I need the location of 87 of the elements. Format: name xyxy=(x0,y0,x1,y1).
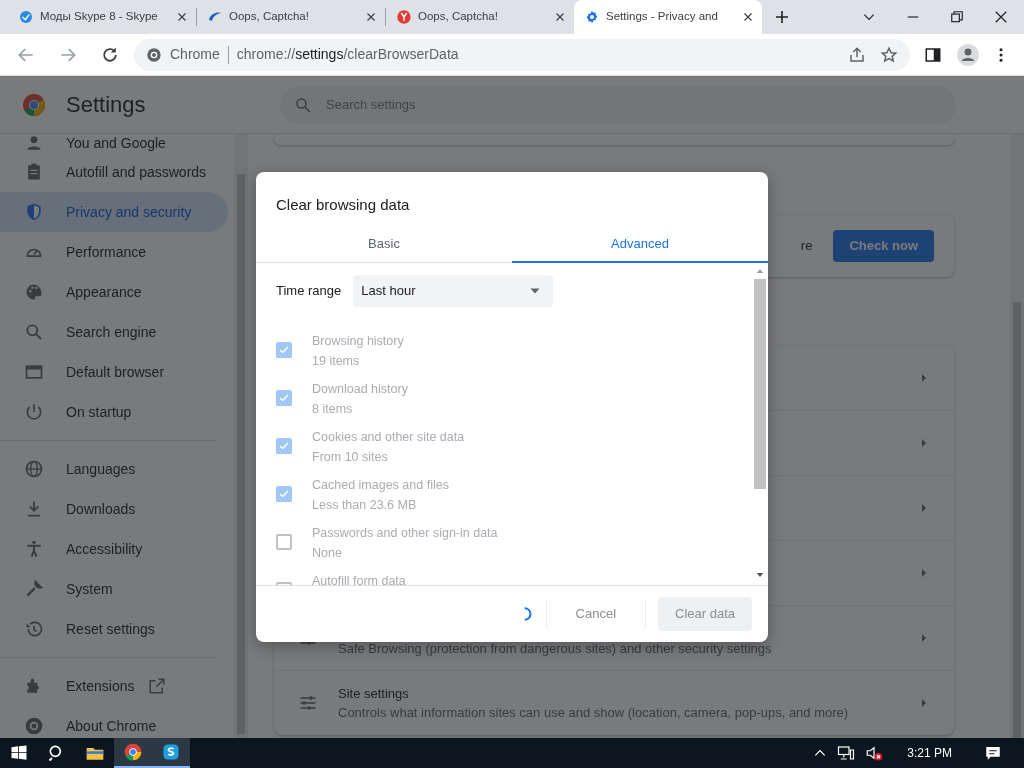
favicon-icon xyxy=(18,9,34,25)
tab[interactable]: Advanced xyxy=(512,226,768,263)
sidebar-item[interactable]: On startup xyxy=(0,392,228,432)
scroll-down-icon xyxy=(756,570,764,579)
restore-icon[interactable] xyxy=(950,10,964,24)
sidebar-item[interactable]: Search engine xyxy=(0,312,228,352)
close-icon[interactable] xyxy=(176,11,188,23)
sidebar-item[interactable]: Reset settings xyxy=(0,609,228,649)
checkmark-icon xyxy=(278,343,290,356)
checkmark-icon xyxy=(278,439,290,452)
external-link-icon[interactable] xyxy=(148,677,167,695)
star-icon[interactable] xyxy=(880,45,898,64)
checkbox-description: 19 items xyxy=(312,352,361,370)
checkmark-icon xyxy=(278,487,290,500)
favicon-icon xyxy=(584,9,600,25)
checkbox-label: Cached images and files xyxy=(312,476,449,494)
scrollbar[interactable] xyxy=(1010,134,1024,738)
scrollbar[interactable] xyxy=(234,134,248,738)
browser-tab[interactable]: Моды Skype 8 - Skype xyxy=(8,0,196,34)
profile-icon[interactable] xyxy=(956,42,980,67)
browser-window-icon xyxy=(24,362,44,382)
checkbox-description: 8 items xyxy=(312,400,354,418)
sidebar-item[interactable]: You and Google xyxy=(0,134,228,152)
windows-start-icon[interactable] xyxy=(9,743,29,763)
sidebar-item[interactable]: About Chrome xyxy=(0,706,228,738)
new-tab-icon[interactable] xyxy=(774,9,790,25)
check-now-button[interactable]: Check now xyxy=(833,230,934,262)
checkbox-label: Browsing history xyxy=(312,332,404,350)
sidebar-item[interactable]: System xyxy=(0,569,228,609)
sidebar-item[interactable]: Languages xyxy=(0,449,228,489)
checkbox-description: Less than 23.6 MB xyxy=(312,496,418,514)
skype-icon[interactable] xyxy=(161,742,181,762)
notification-icon[interactable] xyxy=(984,744,1002,762)
close-icon[interactable] xyxy=(994,10,1008,24)
sidebar-item[interactable]: Default browser xyxy=(0,352,228,392)
search-icon xyxy=(24,322,44,342)
sidebar-item[interactable]: Performance xyxy=(0,232,228,272)
sidebar-item[interactable]: Downloads xyxy=(0,489,228,529)
address-bar[interactable]: Chrome chrome://settings/clearBrowserData xyxy=(134,38,910,71)
sidebar-item[interactable]: Accessibility xyxy=(0,529,228,569)
clock: 3:21 PM xyxy=(906,745,953,762)
speaker-muted-icon[interactable] xyxy=(865,744,884,762)
scrollbar[interactable] xyxy=(752,262,768,585)
side-panel-icon[interactable] xyxy=(924,45,942,64)
history-icon xyxy=(24,619,44,639)
checkbox-label: Download history xyxy=(312,380,408,398)
network-icon[interactable] xyxy=(837,744,856,762)
person-icon xyxy=(24,134,44,153)
sidebar-item[interactable]: Autofill and passwords xyxy=(0,152,228,192)
time-range-dropdown[interactable]: Last hour xyxy=(353,274,554,307)
chrome-icon xyxy=(24,716,44,736)
wrench-icon xyxy=(24,579,44,599)
checkbox-label: Autofill form data xyxy=(312,572,406,585)
globe-icon xyxy=(24,459,44,479)
checkbox-label: Cookies and other site data xyxy=(312,428,465,446)
checkbox-description: None xyxy=(312,544,343,562)
shield-icon xyxy=(24,202,44,222)
row-description: Safe Browsing (protection from dangerous sites) and other security settings xyxy=(338,640,773,659)
site-label: Chrome xyxy=(170,45,220,64)
power-icon xyxy=(24,402,44,422)
page-title: Settings xyxy=(66,91,146,119)
checkmark-icon xyxy=(278,391,290,404)
chrome-logo-icon xyxy=(22,92,46,117)
browser-tab[interactable]: Oops, Captcha! xyxy=(386,0,574,34)
field-label: Time range xyxy=(276,281,342,300)
share-icon[interactable] xyxy=(848,45,866,64)
favicon-icon xyxy=(396,9,412,25)
sidebar-item[interactable]: Privacy and security xyxy=(0,192,228,232)
url-text: chrome://settings/clearBrowserData xyxy=(236,45,459,64)
close-icon[interactable] xyxy=(365,11,377,23)
chrome-icon[interactable] xyxy=(123,742,143,762)
checkbox-label: Passwords and other sign-in data xyxy=(312,524,498,542)
row-description: Controls what information sites can use and show (location, camera, pop-ups, and more) xyxy=(338,704,850,722)
sidebar-item[interactable]: Appearance xyxy=(0,272,228,312)
search-icon xyxy=(294,95,312,114)
browser-tab[interactable]: Oops, Captcha! xyxy=(197,0,385,34)
row-title: Site settings xyxy=(338,684,410,703)
checkbox-description: From 10 sites xyxy=(312,448,389,466)
close-icon[interactable] xyxy=(554,11,566,23)
sliders-icon xyxy=(298,693,318,713)
accessibility-icon xyxy=(24,539,44,559)
dialog-title: Clear browsing data xyxy=(275,195,411,215)
browser-tab[interactable]: Settings - Privacy and xyxy=(574,0,762,34)
close-icon[interactable] xyxy=(742,11,754,23)
palette-icon xyxy=(24,282,44,302)
sidebar-item[interactable]: Extensions xyxy=(0,666,228,706)
chrome-icon xyxy=(146,46,162,63)
